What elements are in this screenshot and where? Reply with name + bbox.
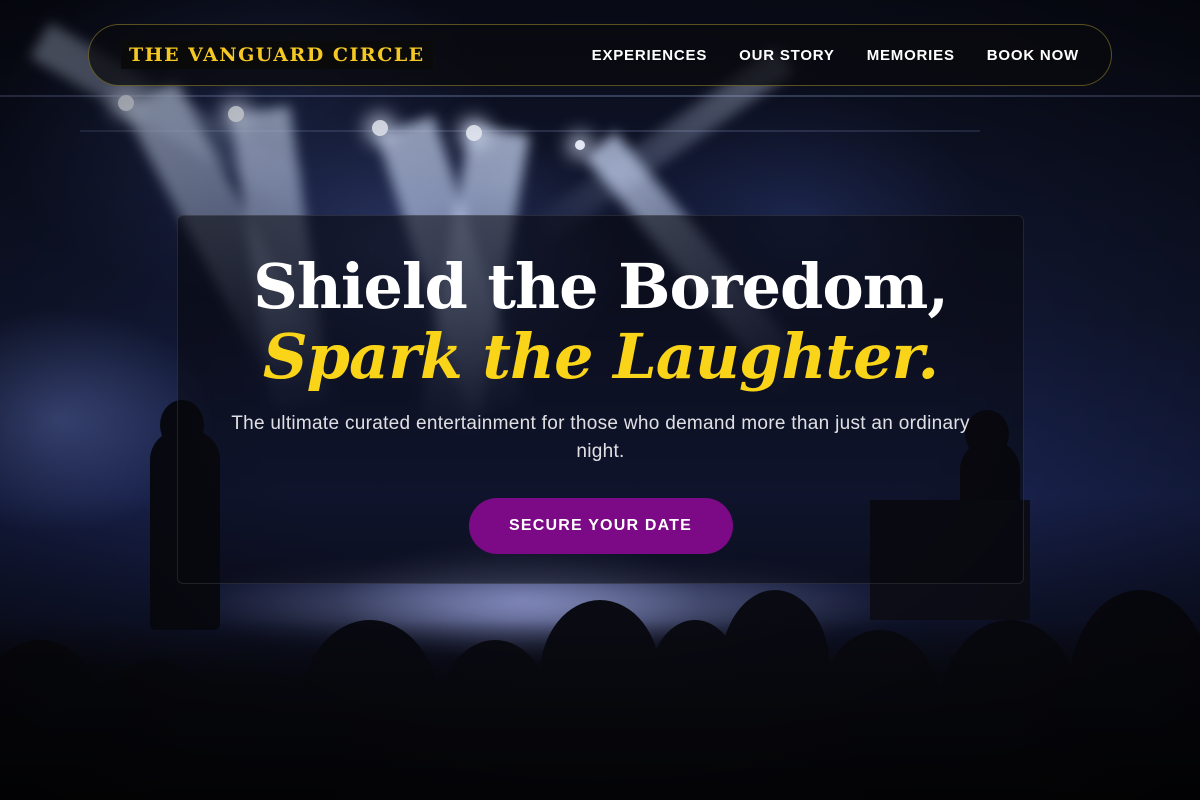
hero-title: Shield the Boredom, Spark the Laughter. (178, 252, 1023, 392)
hero-title-line1: Shield the Boredom, (253, 250, 949, 323)
nav-link-book-now[interactable]: BOOK NOW (987, 47, 1079, 64)
hero-subtitle: The ultimate curated entertainment for t… (231, 413, 970, 462)
nav-link-experiences[interactable]: EXPERIENCES (592, 47, 708, 64)
nav-link-our-story[interactable]: OUR STORY (739, 47, 835, 64)
secure-your-date-button[interactable]: SECURE YOUR DATE (468, 498, 733, 554)
hero-card: Shield the Boredom, Spark the Laughter. … (177, 215, 1024, 584)
nav-links: EXPERIENCES OUR STORY MEMORIES BOOK NOW (592, 47, 1079, 64)
hero-title-line2: Spark the Laughter. (262, 320, 939, 393)
nav-link-memories[interactable]: MEMORIES (867, 47, 955, 64)
brand-logo[interactable]: THE VANGUARD CIRCLE (121, 41, 433, 69)
top-nav: THE VANGUARD CIRCLE EXPERIENCES OUR STOR… (88, 24, 1112, 86)
